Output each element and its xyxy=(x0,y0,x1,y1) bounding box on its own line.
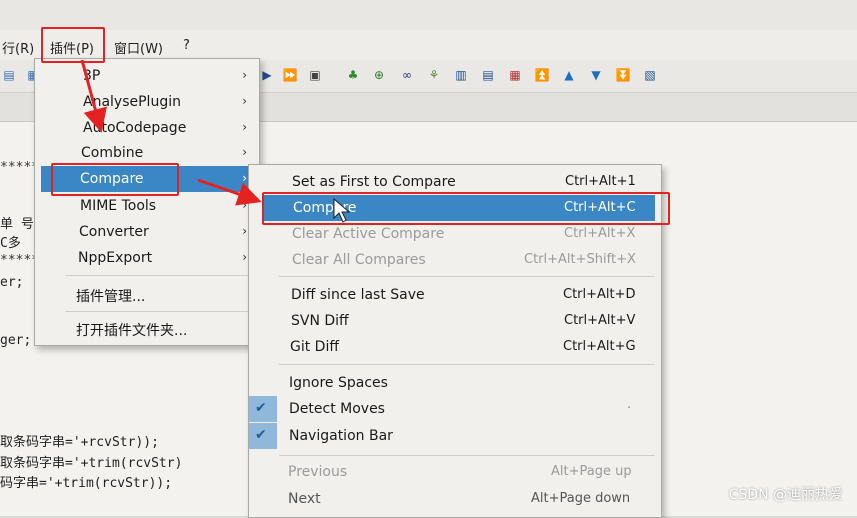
mouse-cursor-icon xyxy=(333,197,351,223)
annotation-arrows xyxy=(80,59,351,223)
annotation-arrow-2 xyxy=(197,178,262,206)
annotation-arrow-1 xyxy=(80,59,107,133)
watermark: CSDN @迪丽热爱 xyxy=(728,487,843,503)
